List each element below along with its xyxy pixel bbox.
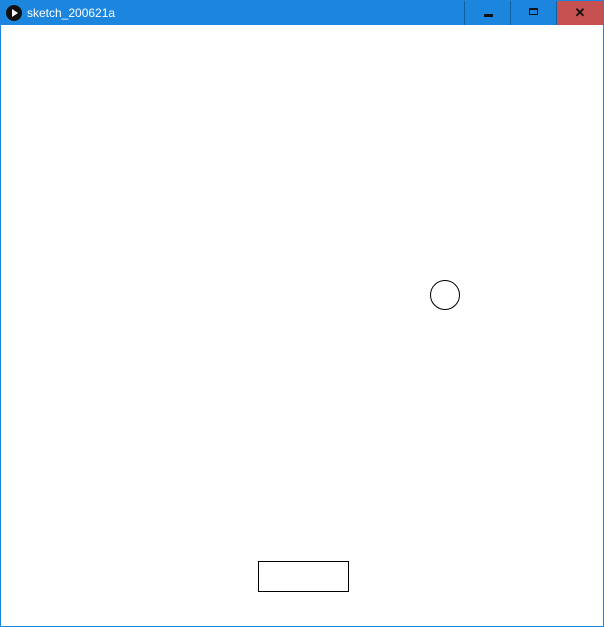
- processing-play-icon: [6, 5, 22, 21]
- title-bar[interactable]: sketch_200621a ✕: [1, 1, 603, 25]
- maximize-icon: [529, 8, 538, 15]
- paddle-rectangle: [258, 561, 349, 592]
- ball-circle: [430, 280, 460, 310]
- minimize-button[interactable]: [464, 1, 510, 25]
- window-title: sketch_200621a: [27, 6, 116, 20]
- maximize-button[interactable]: [510, 1, 556, 25]
- sketch-canvas[interactable]: [2, 26, 602, 626]
- close-button[interactable]: ✕: [556, 1, 603, 25]
- app-window: sketch_200621a ✕: [0, 0, 604, 627]
- window-controls: ✕: [464, 1, 603, 25]
- minimize-icon: [484, 14, 493, 17]
- close-icon: ✕: [574, 5, 586, 20]
